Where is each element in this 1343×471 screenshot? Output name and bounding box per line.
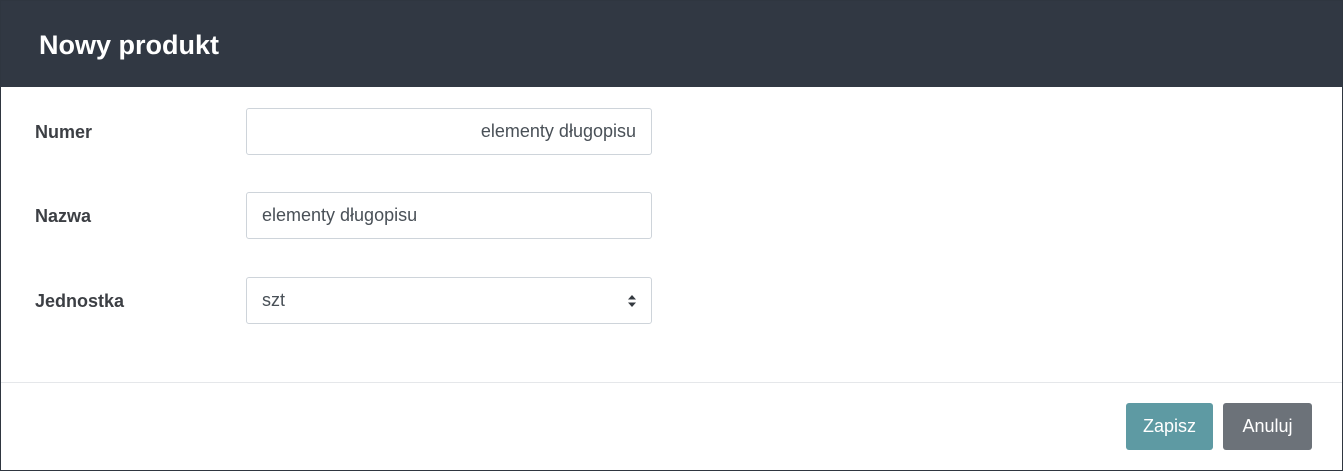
footer-divider — [1, 382, 1342, 383]
form-row-numer: Numer elementy długopisu — [1, 108, 1342, 156]
nazwa-label: Nazwa — [35, 206, 92, 226]
jednostka-label: Jednostka — [35, 291, 125, 311]
modal-title: Nowy produkt — [39, 30, 219, 60]
form-row-nazwa: Nazwa elementy długopisu — [1, 192, 1342, 240]
save-button[interactable]: Zapisz — [1126, 403, 1213, 450]
jednostka-select[interactable]: szt — [246, 277, 652, 324]
cancel-button[interactable]: Anuluj — [1223, 403, 1312, 450]
form-row-jednostka: Jednostka szt — [1, 277, 1342, 325]
numer-label: Numer — [35, 122, 93, 142]
new-product-modal: Nowy produkt Numer elementy długopisu Na… — [0, 0, 1343, 471]
nazwa-input[interactable]: elementy długopisu — [246, 192, 652, 239]
sort-arrows-icon — [628, 295, 636, 307]
jednostka-selected-value: szt — [262, 290, 286, 310]
numer-input[interactable]: elementy długopisu — [246, 108, 652, 155]
modal-header: Nowy produkt — [1, 1, 1342, 87]
